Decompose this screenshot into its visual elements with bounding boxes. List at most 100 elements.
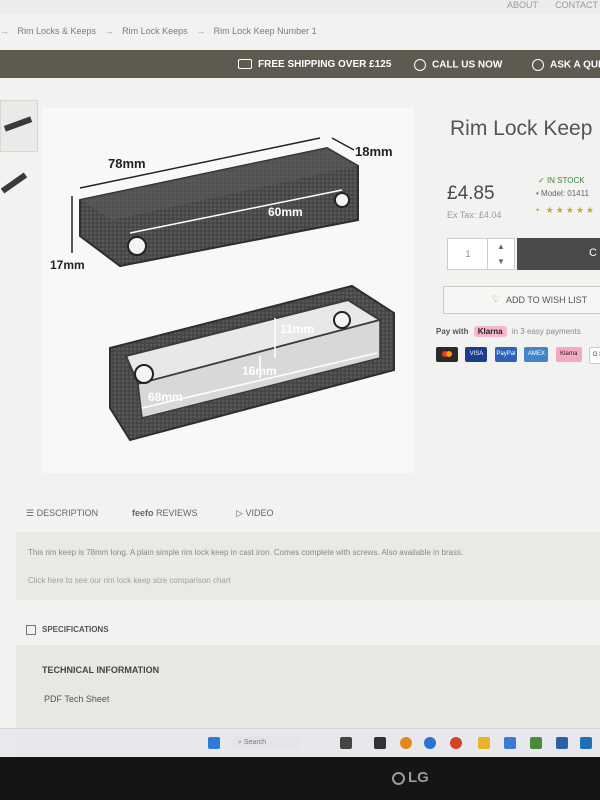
thumbnail-image-2[interactable] [0, 160, 36, 210]
tab-video[interactable]: ▷ VIDEO [236, 508, 273, 519]
amex-icon: AMEX [524, 347, 549, 362]
dimension-label-length: 78mm [108, 156, 146, 171]
pdf-tech-sheet-link[interactable]: PDF Tech Sheet [44, 694, 109, 704]
chrome-icon[interactable] [450, 737, 462, 749]
gpay-icon: G Pay [589, 347, 600, 364]
add-to-cart-label: C [589, 247, 597, 259]
klarna-text: in 3 easy payments [511, 327, 581, 336]
list-icon: ☰ [26, 508, 35, 518]
phone-icon [414, 59, 426, 71]
klarna-banner: Pay with Klarna in 3 easy payments [436, 326, 581, 337]
contact-link[interactable]: CONTACT [555, 0, 598, 10]
app-icon[interactable] [374, 737, 386, 749]
breadcrumb-item-rim-locks[interactable]: Rim Locks & Keeps [18, 26, 97, 36]
price-ex-tax: Ex Tax: £4.04 [447, 210, 502, 220]
tab-reviews-label: REVIEWS [156, 508, 198, 518]
play-icon: ▷ [236, 508, 243, 518]
dimension-label-inner-width: 16mm [242, 364, 277, 378]
windows-start-icon[interactable] [208, 737, 220, 749]
browser-icon[interactable] [400, 737, 412, 749]
chevron-up-icon[interactable]: ▲ [488, 239, 514, 254]
breadcrumb-item-current: Rim Lock Keep Number 1 [213, 26, 317, 36]
quantity-input[interactable]: 1 [447, 238, 489, 270]
feefo-logo: feefo [132, 508, 154, 518]
product-price: £4.85 [447, 183, 495, 204]
dimension-label-inner-length: 68mm [148, 390, 183, 404]
dimension-label-height: 17mm [50, 258, 85, 272]
monitor-logo: LG [392, 769, 429, 786]
add-to-cart-button[interactable]: C [517, 238, 600, 270]
edge-icon[interactable] [424, 737, 436, 749]
stock-status: ✓ IN STOCK [538, 176, 585, 185]
taskview-icon[interactable] [340, 737, 352, 749]
rim-keep-illustration [71, 137, 395, 442]
tab-description[interactable]: ☰ DESCRIPTION [26, 508, 98, 519]
model-text: Model: 01411 [541, 189, 589, 198]
store-icon[interactable] [504, 737, 516, 749]
specifications-heading[interactable]: SPECIFICATIONS [26, 625, 109, 635]
specifications-label: SPECIFICATIONS [42, 625, 109, 635]
call-text: CALL US NOW [432, 59, 503, 71]
chevron-down-icon[interactable]: ▼ [488, 254, 514, 269]
app-icon-3[interactable] [556, 737, 568, 749]
taskbar-search[interactable]: ⌕ Search [232, 736, 300, 750]
ask-question-item[interactable]: ASK A QUE [532, 59, 600, 71]
product-thumbnails [0, 100, 40, 218]
rating-stars[interactable]: • ★★★★★ [536, 205, 596, 216]
info-bar: FREE SHIPPING OVER £125 CALL US NOW ASK … [0, 50, 600, 78]
heart-icon: ♡ [492, 294, 501, 304]
lg-logo-icon [392, 771, 405, 785]
shipping-text: FREE SHIPPING OVER £125 [258, 59, 392, 70]
tab-reviews[interactable]: feefo REVIEWS [132, 508, 198, 518]
dimension-label-inner-depth: 11mm [280, 322, 315, 336]
klarna-icon: Klarna [555, 347, 582, 362]
arrow-right-icon: → [196, 26, 206, 36]
klarna-pay-with: Pay with [436, 327, 469, 336]
product-main-image[interactable]: 78mm 18mm 17mm 60mm 11mm 16mm 68mm [42, 108, 414, 473]
breadcrumb: → Rim Locks & Keeps → Rim Lock Keeps → R… [0, 26, 323, 36]
mastercard-icon [436, 347, 458, 362]
description-panel: This rim keep is 78mm long. A plain simp… [16, 532, 600, 600]
paypal-icon: PayPal [494, 347, 517, 362]
wishlist-label: ADD TO WISH LIST [506, 295, 588, 305]
app-icon-2[interactable] [530, 737, 542, 749]
browser-screen: ABOUT CONTACT → Rim Locks & Keeps → Rim … [0, 0, 600, 757]
tab-description-label: DESCRIPTION [36, 508, 99, 518]
product-title: Rim Lock Keep N [450, 117, 600, 140]
stock-text: IN STOCK [546, 176, 585, 185]
dimension-label-inner-top: 60mm [268, 205, 303, 219]
star-icon: ★★★★★ [545, 205, 596, 215]
top-utility-bar: ABOUT CONTACT [0, 0, 600, 14]
call-us-item[interactable]: CALL US NOW [414, 59, 502, 71]
dimension-label-depth: 18mm [355, 144, 393, 159]
description-text: This rim keep is 78mm long. A plain simp… [28, 548, 464, 557]
technical-information-heading: TECHNICAL INFORMATION [42, 665, 160, 675]
dimension-line [331, 137, 355, 151]
model-number: • Model: 01411 [536, 189, 589, 198]
size-chart-link[interactable]: Click here to see our rim lock keep size… [28, 576, 231, 585]
question-icon [532, 59, 544, 71]
windows-taskbar: ⌕ Search [0, 728, 600, 757]
folder-icon[interactable] [478, 737, 490, 749]
klarna-logo: Klarna [473, 326, 507, 337]
arrow-right-icon: → [0, 26, 9, 36]
app-icon-4[interactable] [580, 737, 592, 749]
quantity-stepper[interactable]: ▲ ▼ [487, 238, 515, 270]
lg-brand-text: LG [408, 769, 429, 786]
taskbar-search-label: Search [243, 739, 267, 746]
monitor-bezel [0, 757, 600, 800]
add-to-wishlist-button[interactable]: ♡ ADD TO WISH LIST [443, 286, 600, 314]
payment-methods: VISA PayPal AMEX Klarna G Pay [436, 347, 600, 364]
breadcrumb-item-rim-lock-keeps[interactable]: Rim Lock Keeps [122, 26, 188, 36]
tab-video-label: VIDEO [245, 508, 274, 518]
visa-icon: VISA [465, 347, 488, 362]
ask-text: ASK A QUE [550, 59, 600, 71]
free-shipping-item: FREE SHIPPING OVER £125 [238, 59, 391, 70]
product-tabs: ☰ DESCRIPTION feefo REVIEWS ▷ VIDEO [0, 500, 600, 530]
specifications-icon [26, 625, 36, 635]
check-icon: ✓ [538, 176, 547, 185]
about-link[interactable]: ABOUT [507, 0, 538, 10]
thumbnail-image-1[interactable] [0, 100, 38, 152]
arrow-right-icon: → [104, 26, 114, 36]
truck-icon [238, 59, 252, 70]
